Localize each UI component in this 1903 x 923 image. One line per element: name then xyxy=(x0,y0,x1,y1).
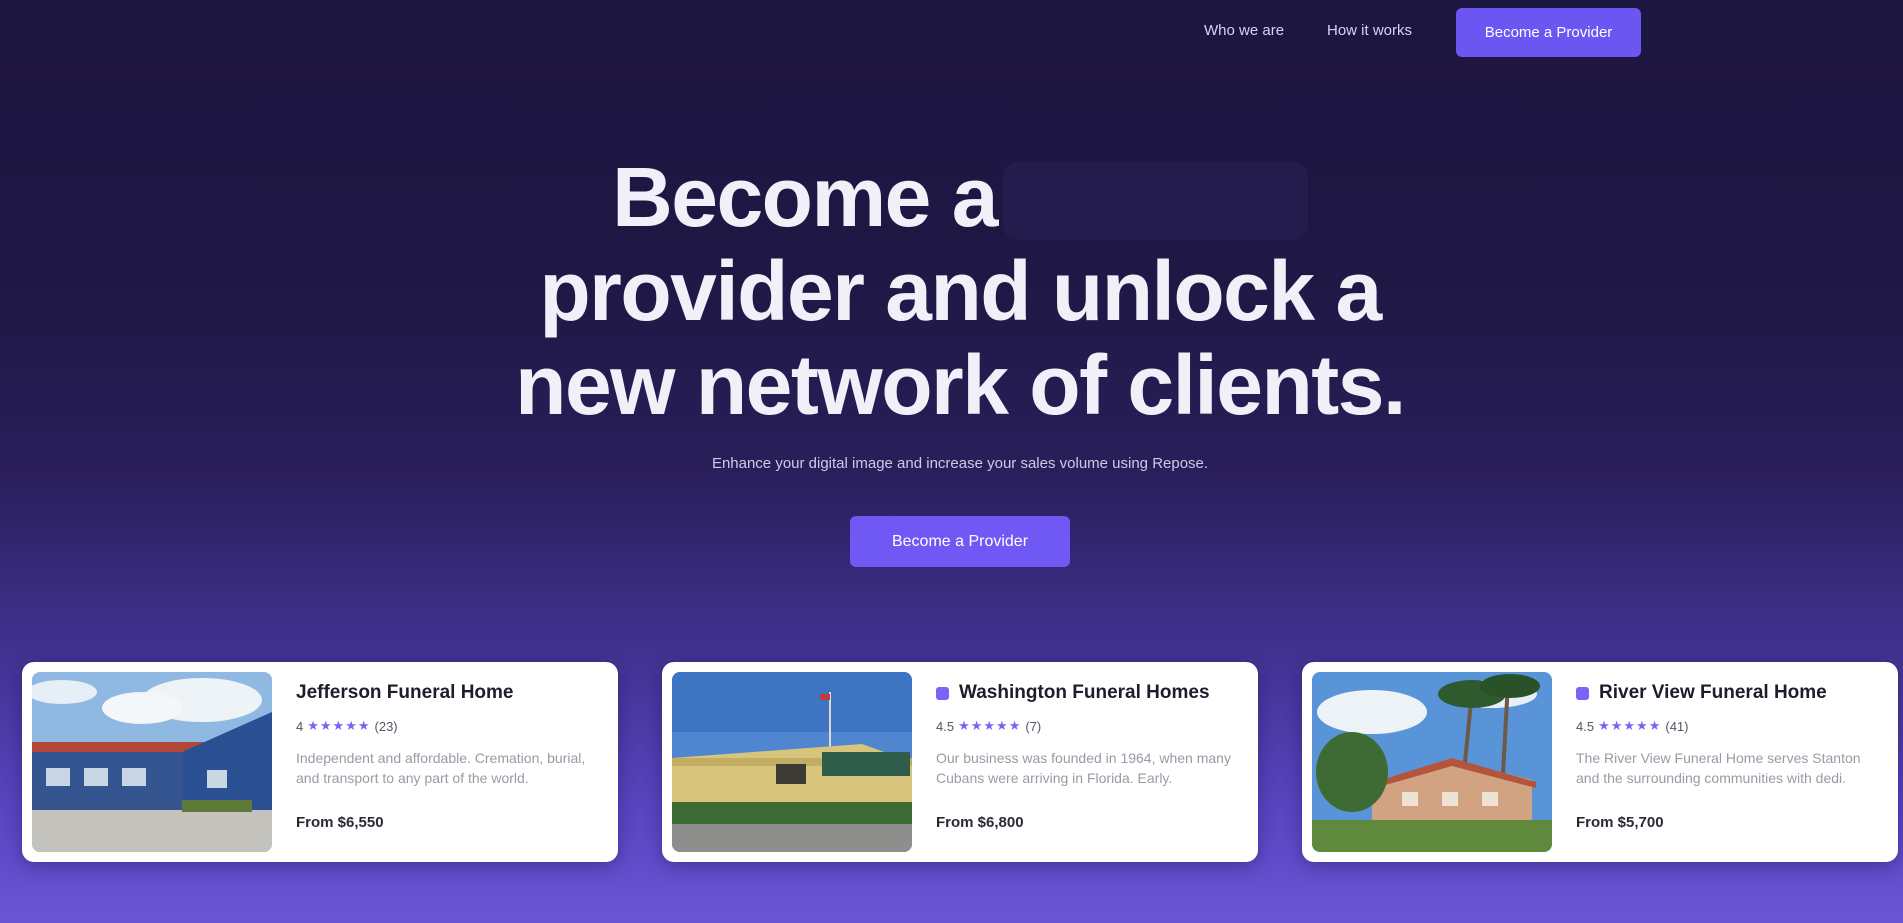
provider-photo xyxy=(32,672,272,852)
rating-row: 4 ★★★★★ (23) xyxy=(296,718,596,734)
hero-title: Become a provider and unlock a new netwo… xyxy=(450,150,1470,432)
card-title-row: River View Funeral Home xyxy=(1576,680,1876,706)
rating-value: 4.5 xyxy=(1576,718,1595,734)
provider-price: From $6,800 xyxy=(936,814,1024,831)
star-rating-icon: ★★★★★ xyxy=(307,718,371,733)
review-count: (23) xyxy=(374,718,398,734)
hero-title-rest: provider and unlock a new network of cli… xyxy=(515,244,1406,432)
provider-card-body: River View Funeral Home 4.5 ★★★★★ (41) T… xyxy=(1576,680,1876,831)
star-rating-icon: ★★★★★ xyxy=(958,718,1022,733)
hero-become-provider-button[interactable]: Become a Provider xyxy=(850,516,1070,567)
provider-description: Independent and affordable. Cremation, b… xyxy=(296,750,586,786)
provider-description: Our business was founded in 1964, when m… xyxy=(936,750,1231,786)
card-title-row: Jefferson Funeral Home xyxy=(296,680,596,706)
rating-value: 4 xyxy=(296,718,304,734)
provider-card[interactable]: Washington Funeral Homes 4.5 ★★★★★ (7) O… xyxy=(662,662,1258,862)
provider-photo xyxy=(1312,672,1552,852)
rating-value: 4.5 xyxy=(936,718,955,734)
provider-price: From $5,700 xyxy=(1576,814,1664,831)
nav-become-provider-button[interactable]: Become a Provider xyxy=(1456,8,1641,57)
provider-description: The River View Funeral Home serves Stant… xyxy=(1576,750,1861,786)
provider-photo xyxy=(672,672,912,852)
provider-name: Washington Funeral Homes xyxy=(959,682,1210,703)
review-count: (41) xyxy=(1665,718,1689,734)
provider-name: Jefferson Funeral Home xyxy=(296,682,514,703)
nav-link-how-it-works[interactable]: How it works xyxy=(1327,22,1412,39)
card-title-row: Washington Funeral Homes xyxy=(936,680,1236,706)
rating-row: 4.5 ★★★★★ (41) xyxy=(1576,718,1876,734)
featured-badge-icon xyxy=(1576,686,1589,700)
provider-price: From $6,550 xyxy=(296,814,384,831)
provider-card-body: Washington Funeral Homes 4.5 ★★★★★ (7) O… xyxy=(936,680,1236,831)
nav-link-who-we-are[interactable]: Who we are xyxy=(1204,22,1284,39)
star-rating-icon: ★★★★★ xyxy=(1598,718,1662,733)
hero-title-line1: Become a xyxy=(612,150,998,244)
hero-subtitle: Enhance your digital image and increase … xyxy=(711,455,1209,472)
featured-badge-icon xyxy=(936,686,949,700)
provider-card[interactable]: Jefferson Funeral Home 4 ★★★★★ (23) Inde… xyxy=(22,662,618,862)
provider-card-body: Jefferson Funeral Home 4 ★★★★★ (23) Inde… xyxy=(296,680,596,831)
top-nav: Who we are How it works Become a Provide… xyxy=(0,0,1903,66)
provider-name: River View Funeral Home xyxy=(1599,682,1827,703)
provider-card[interactable]: River View Funeral Home 4.5 ★★★★★ (41) T… xyxy=(1302,662,1898,862)
brand-name-redacted xyxy=(1002,162,1308,240)
review-count: (7) xyxy=(1025,718,1042,734)
rating-row: 4.5 ★★★★★ (7) xyxy=(936,718,1236,734)
